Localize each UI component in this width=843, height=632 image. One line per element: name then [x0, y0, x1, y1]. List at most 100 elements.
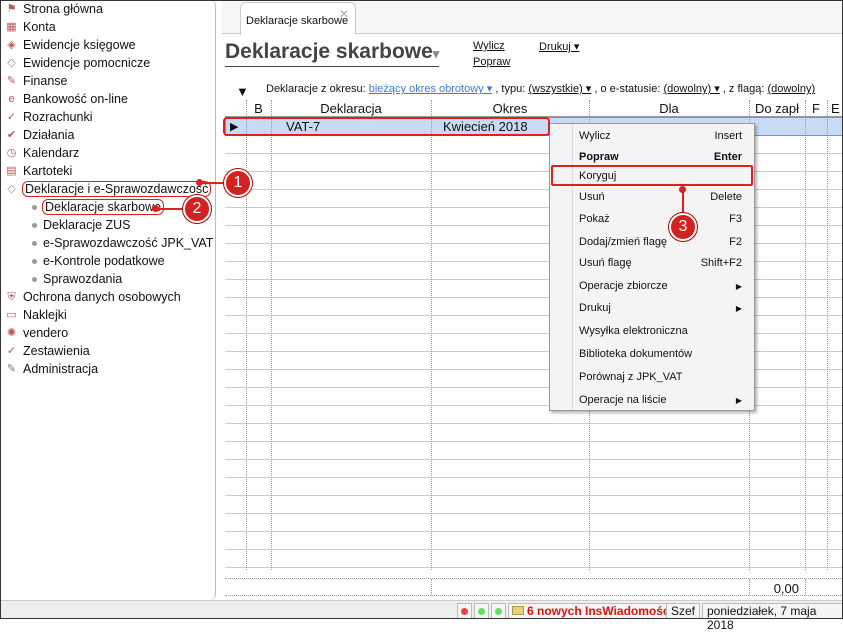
menu-item-label: Drukuj	[579, 302, 611, 314]
header-okres[interactable]: Okres	[431, 101, 589, 116]
menu-item-wylicz[interactable]: Wylicz Insert	[550, 125, 754, 147]
nav-deklaracje[interactable]: ◇ Deklaracje i e-Sprawozdawczość	[4, 180, 212, 198]
nav-strona-glowna[interactable]: ⚑ Strona główna	[4, 0, 103, 18]
annotation-badge-1: 1	[224, 169, 252, 197]
header-dla[interactable]: Dla	[589, 101, 749, 116]
annotation-highlight-row	[223, 117, 550, 136]
book-icon: ◇	[7, 56, 16, 69]
submenu-arrow-icon: ▶	[735, 281, 742, 291]
nav-ewidencje-pomocnicze[interactable]: ◇ Ewidencje pomocnicze	[4, 54, 150, 72]
check-icon: ✓	[6, 110, 17, 123]
finance-icon: ✎	[6, 74, 17, 87]
nav-label: e-Sprawozdawczość JPK_VAT	[43, 236, 214, 250]
menu-item-label: Pokaż	[579, 213, 610, 225]
menu-item-usu-flag-[interactable]: Usuń flagę Shift+F2	[550, 252, 754, 274]
nav-label: Ewidencje księgowe	[23, 38, 136, 52]
header-do-zaplaty[interactable]: Do zapł	[749, 101, 805, 116]
labels-icon: ▭	[6, 308, 17, 321]
nav-kartoteki[interactable]: ▤ Kartoteki	[4, 162, 72, 180]
bullet-icon	[32, 222, 37, 228]
estatus-label: , o e-statusie:	[594, 83, 661, 95]
nav-finanse[interactable]: ✎ Finanse	[4, 72, 68, 90]
nav-e-kontrole[interactable]: e-Kontrole podatkowe	[32, 252, 165, 270]
col-divider	[827, 100, 828, 570]
nav-deklaracje-zus[interactable]: Deklaracje ZUS	[32, 216, 131, 234]
menu-item-shortcut: Insert	[714, 130, 742, 142]
menu-item-usu-[interactable]: Usuń Delete	[550, 186, 754, 208]
status-green-icon	[474, 603, 489, 619]
nav-label: vendero	[23, 326, 69, 340]
flag-dropdown[interactable]: (dowolny)	[767, 83, 815, 95]
nav-ochrona-danych[interactable]: ⛨ Ochrona danych osobowych	[4, 288, 180, 306]
accounts-icon: ▦	[6, 20, 17, 33]
col-divider	[271, 100, 272, 570]
col-divider	[431, 579, 432, 595]
nav-vendero[interactable]: ✺ vendero	[4, 324, 68, 342]
nav-dzialania[interactable]: ✔ Działania	[4, 126, 75, 144]
nav-ewidencje-ksiegowe[interactable]: ◈ Ewidencje księgowe	[4, 36, 136, 54]
nav-label: Ewidencje pomocnicze	[23, 56, 151, 70]
col-divider	[246, 100, 247, 570]
envelope-icon	[512, 606, 524, 615]
status-green-icon	[491, 603, 506, 619]
menu-item-por-wnaj-z-jpk-vat[interactable]: Porównaj z JPK_VAT	[550, 366, 754, 388]
nav-administracja[interactable]: ✎ Administracja	[4, 360, 98, 378]
nav-kalendarz[interactable]: ◷ Kalendarz	[4, 144, 80, 162]
menu-item-dodaj-zmie-flag-[interactable]: Dodaj/zmień flagę F2	[550, 231, 754, 253]
total-do-zaplaty: 0,00	[773, 581, 799, 596]
nav-bankowosc[interactable]: e Bankowość on-line	[4, 90, 127, 108]
annotation-badge-3: 3	[669, 213, 697, 241]
popraw-link[interactable]: Popraw	[473, 56, 510, 68]
nav-deklaracje-skarbowe[interactable]: Deklaracje skarbowe	[32, 198, 165, 216]
nav-label: Konta	[23, 20, 56, 34]
menu-item-label: Usuń flagę	[579, 257, 632, 269]
menu-item-poka-[interactable]: Pokaż F3	[550, 208, 754, 230]
status-red-icon	[457, 603, 472, 619]
collapse-filter-icon[interactable]: ▼	[236, 84, 249, 99]
annotation-line	[200, 182, 226, 184]
drukuj-dropdown[interactable]: Drukuj ▾	[539, 40, 579, 53]
messages-status[interactable]: 6 nowych InsWiadomości	[508, 603, 678, 619]
nav-zestawienia[interactable]: ✓ Zestawienia	[4, 342, 90, 360]
period-dropdown[interactable]: bieżący okres obrotowy ▾	[369, 83, 493, 95]
menu-item-drukuj[interactable]: Drukuj ▶	[550, 297, 754, 319]
type-dropdown[interactable]: (wszystkie) ▾	[528, 83, 591, 95]
menu-item-label: Operacje zbiorcze	[579, 280, 668, 292]
reports-icon: ✓	[6, 344, 17, 357]
menu-item-operacje-na-li-cie[interactable]: Operacje na liście ▶	[550, 389, 754, 411]
nav-label: Administracja	[23, 362, 99, 376]
header-f[interactable]: F	[805, 101, 827, 116]
menu-item-shortcut: Shift+F2	[700, 257, 742, 269]
menu-item-operacje-zbiorcze[interactable]: Operacje zbiorcze ▶	[550, 275, 754, 297]
nav-rozrachunki[interactable]: ✓ Rozrachunki	[4, 108, 93, 126]
annotation-highlight-koryguj	[551, 165, 753, 186]
table-footer: 0,00	[225, 578, 843, 596]
menu-item-label: Dodaj/zmień flagę	[579, 236, 668, 248]
nav-naklejki[interactable]: ▭ Naklejki	[4, 306, 66, 324]
vendero-icon: ✺	[6, 326, 17, 339]
wylicz-link[interactable]: Wylicz	[473, 40, 505, 52]
nav-konta[interactable]: ▦ Konta	[4, 18, 56, 36]
menu-item-biblioteka-dokument-w[interactable]: Biblioteka dokumentów	[550, 343, 754, 365]
menu-item-shortcut: F3	[729, 213, 742, 225]
nav-sprawozdania[interactable]: Sprawozdania	[32, 270, 122, 288]
nav-label: Zestawienia	[23, 344, 90, 358]
close-icon[interactable]: ✕	[339, 7, 349, 21]
header-e[interactable]: E	[827, 101, 843, 116]
nav-jpk-vat[interactable]: e-Sprawozdawczość JPK_VAT	[32, 234, 213, 252]
header-deklaracja[interactable]: Deklaracja	[271, 101, 431, 116]
menu-item-wysy-ka-elektroniczna[interactable]: Wysyłka elektroniczna	[550, 320, 754, 342]
menu-item-label: Biblioteka dokumentów	[579, 348, 693, 360]
declaration-icon: ◇	[7, 182, 16, 195]
nav-label: Kartoteki	[23, 164, 73, 178]
header-b[interactable]: B	[246, 101, 271, 116]
chevron-down-icon: ▾	[432, 46, 440, 61]
flag-label: , z flagą:	[722, 83, 765, 95]
estatus-dropdown[interactable]: (dowolny) ▾	[663, 83, 719, 95]
tab-deklaracje-skarbowe[interactable]: Deklaracje skarbowe ✕	[240, 2, 356, 35]
nav-label: Strona główna	[23, 2, 103, 16]
nav-label: Sprawozdania	[43, 272, 123, 286]
col-divider	[431, 100, 432, 570]
date-status: poniedziałek, 7 maja 2018	[702, 603, 843, 632]
page-title[interactable]: Deklaracje skarbowe▾	[225, 40, 440, 67]
